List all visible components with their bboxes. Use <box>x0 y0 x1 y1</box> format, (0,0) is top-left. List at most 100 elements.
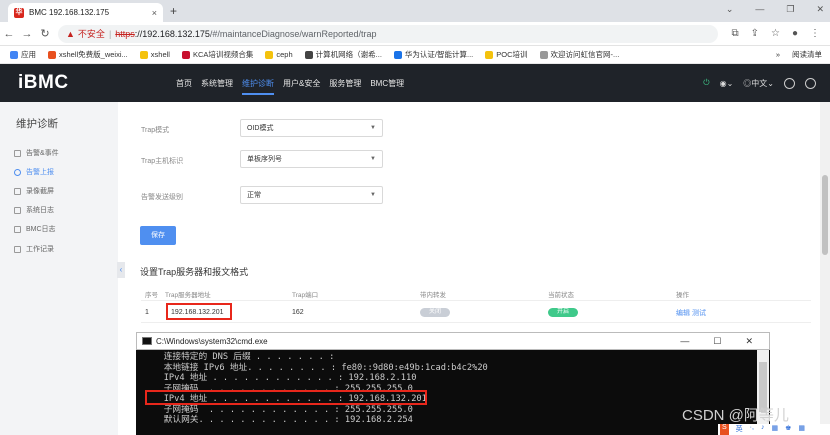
window-controls: ⌄ — ❐ ✕ <box>726 4 824 15</box>
reload-icon[interactable]: ↻ <box>36 27 54 40</box>
sidebar-item[interactable]: BMC日志 <box>14 224 56 234</box>
cmd-line: 连接特定的 DNS 后缀 . . . . . . . : <box>148 352 335 362</box>
ime-icon[interactable]: ♚ <box>785 424 791 435</box>
bookmark-item[interactable]: 应用 <box>10 49 36 60</box>
close-icon[interactable]: ✕ <box>816 4 824 15</box>
language-label: 中文 <box>751 78 768 88</box>
maximize-icon[interactable]: ☐ <box>713 336 721 347</box>
sidebar-item-label: 录像截屏 <box>26 188 54 195</box>
trap-host-label: Trap主机标识 <box>141 158 184 165</box>
save-button[interactable]: 保存 <box>140 226 176 245</box>
bookmark-icon <box>10 50 18 59</box>
star-icon[interactable]: ☆ <box>771 28 780 39</box>
sidebar-item-icon <box>14 149 21 157</box>
back-icon[interactable]: ← <box>0 28 18 40</box>
bookmark-icon <box>181 50 190 59</box>
power-icon[interactable]: ⏻ <box>703 78 709 88</box>
user-icon[interactable] <box>784 77 795 89</box>
share-icon[interactable]: ⇪ <box>751 28 759 39</box>
col-status: 当前状态 <box>548 292 574 299</box>
bookmark-icon <box>139 50 148 59</box>
ime-icon[interactable]: ▦ <box>771 424 778 435</box>
sidebar-item[interactable]: 工作记录 <box>14 244 54 254</box>
bookmark-item[interactable]: 计算机网络（谢希... <box>304 49 382 60</box>
nav-item[interactable]: 系统管理 <box>201 64 233 102</box>
page-scrollbar[interactable] <box>820 102 830 435</box>
bookmarks-bar: 应用 xshell免费版_weixi... xshell KCA培训视频合集 ceph 计… <box>0 46 830 64</box>
inband-toggle[interactable]: 关闭 <box>420 308 450 317</box>
profile-icon[interactable]: ● <box>792 28 798 39</box>
cmd-titlebar[interactable]: C:\Windows\system32\cmd.exe — ☐ ✕ <box>136 332 770 350</box>
edit-link[interactable]: 编辑 <box>676 310 690 317</box>
browser-tab[interactable]: 华 BMC 192.168.132.175 × <box>8 3 163 22</box>
bookmark-item[interactable]: ceph <box>265 50 293 59</box>
close-icon[interactable]: ✕ <box>745 336 753 347</box>
status-icon[interactable]: ◉⌄ <box>720 79 734 88</box>
ime-icon[interactable]: S <box>720 424 729 435</box>
url-input[interactable]: ▲ 不安全 | https ://192.168.132.175 /#/main… <box>58 24 718 43</box>
nav-item[interactable]: 维护诊断 <box>242 64 274 102</box>
page-scrollbar-thumb[interactable] <box>822 175 828 255</box>
ime-icon[interactable]: ▦ <box>798 424 805 435</box>
test-link[interactable]: 测试 <box>692 310 706 317</box>
sidebar-item-label: 告警&事件 <box>26 150 59 157</box>
status-toggle[interactable]: 开启 <box>548 308 578 317</box>
chevron-down-icon: ▼ <box>370 192 376 198</box>
translate-icon[interactable]: ⧉ <box>731 28 738 39</box>
restore-icon[interactable]: ❐ <box>786 4 794 15</box>
alarm-level-select[interactable]: 正常 ▼ <box>240 186 383 204</box>
bookmarks-more-button[interactable]: » <box>776 50 780 59</box>
bookmark-item[interactable]: KCA培训视频合集 <box>181 49 254 60</box>
trap-mode-value: OID模式 <box>247 125 274 132</box>
bookmark-item[interactable]: xshell <box>139 50 170 59</box>
bookmark-label: 华为认证/智能计算... <box>404 50 474 59</box>
nav-item[interactable]: BMC管理 <box>370 64 404 102</box>
sidebar-item[interactable]: 录像截屏 <box>14 186 54 196</box>
sidebar-item[interactable]: 系统日志 <box>14 205 54 215</box>
huawei-favicon-icon: 华 <box>14 7 24 18</box>
sidebar-item-label: 告警上报 <box>26 169 54 176</box>
url-host: ://192.168.132.175 <box>134 28 210 39</box>
ime-icon[interactable]: ♪ <box>761 424 765 435</box>
language-selector[interactable]: ◎中文⌄ <box>743 78 774 89</box>
forward-icon[interactable]: → <box>18 28 36 40</box>
bookmark-item[interactable]: POC培训 <box>485 49 528 60</box>
nav-item[interactable]: 用户&安全 <box>283 64 320 102</box>
cmd-line: 子网掩码 . . . . . . . . . . . . : 255.255.2… <box>148 404 413 415</box>
trap-host-select[interactable]: 单板序列号 ▼ <box>240 150 383 168</box>
sidebar-item-icon <box>14 245 21 253</box>
bookmark-label: POC培训 <box>496 50 528 59</box>
url-scheme: https <box>115 28 135 39</box>
collapse-sidebar-button[interactable]: ‹ <box>117 262 125 278</box>
sidebar-title: 维护诊断 <box>16 118 58 130</box>
minimize-icon[interactable]: — <box>755 4 764 15</box>
nav-item[interactable]: 首页 <box>176 64 192 102</box>
sidebar-item[interactable]: 告警&事件 <box>14 148 59 158</box>
bookmark-item[interactable]: xshell免费版_weixi... <box>48 49 128 60</box>
row-index: 1 <box>145 309 149 316</box>
close-tab-icon[interactable]: × <box>152 8 157 18</box>
browser-tab-bar: 华 BMC 192.168.132.175 × + ⌄ — ❐ ✕ <box>0 0 830 22</box>
reading-list-button[interactable]: 阅读清单 <box>792 49 830 60</box>
help-icon[interactable] <box>805 77 816 89</box>
ime-icon[interactable]: 英 <box>736 424 743 435</box>
ime-toolbar[interactable]: S 英 ·, ♪ ▦ ♚ ▦ <box>718 424 830 435</box>
cmd-window-controls: — ☐ ✕ <box>680 336 769 347</box>
trap-mode-select[interactable]: OID模式 ▼ <box>240 119 383 137</box>
chevron-down-icon[interactable]: ⌄ <box>726 4 734 15</box>
chevron-down-icon: ▼ <box>370 156 376 162</box>
nav-item[interactable]: 服务管理 <box>329 64 361 102</box>
bookmark-label: KCA培训视频合集 <box>192 50 254 59</box>
minimize-icon[interactable]: — <box>680 336 689 347</box>
highlight-box <box>145 390 427 405</box>
sidebar-item[interactable]: 告警上报 <box>14 167 54 177</box>
ime-icon[interactable]: ·, <box>750 424 754 435</box>
menu-icon[interactable]: ⋮ <box>810 28 820 39</box>
bookmark-label: 应用 <box>21 50 36 59</box>
bookmark-icon <box>265 50 274 59</box>
address-bar-row: ← → ↻ ▲ 不安全 | https ://192.168.132.175 /… <box>0 22 830 46</box>
bookmark-item[interactable]: 华为认证/智能计算... <box>393 49 474 60</box>
new-tab-button[interactable]: + <box>170 4 177 18</box>
address-bar-actions: ⧉ ⇪ ☆ ● ⋮ <box>731 28 830 39</box>
bookmark-item[interactable]: 欢迎访问虹信官网-... <box>539 49 619 60</box>
